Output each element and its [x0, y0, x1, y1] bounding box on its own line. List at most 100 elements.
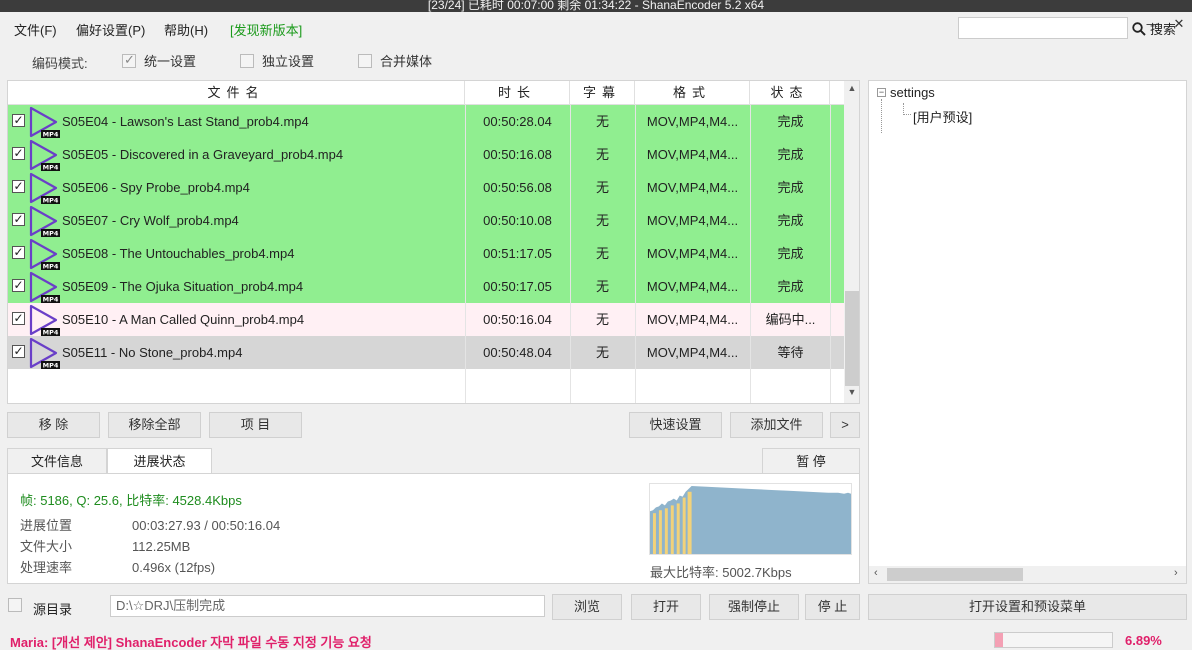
tab-file-info[interactable]: 文件信息 — [7, 448, 107, 474]
scroll-up-arrow-icon[interactable]: ▲ — [844, 83, 859, 93]
settings-tree[interactable]: − settings [用户预设] ‹ › — [868, 80, 1187, 584]
scroll-thumb[interactable] — [845, 291, 859, 386]
row-status: 完成 — [750, 171, 830, 204]
tab-progress[interactable]: 进展状态 — [107, 448, 212, 474]
overall-progress-fill — [995, 633, 1004, 647]
row-duration: 00:50:48.04 — [465, 336, 569, 369]
processing-speed-row: 处理速率 0.496x (12fps) — [20, 557, 215, 576]
processing-speed-value: 0.496x (12fps) — [132, 560, 216, 575]
column-header-format[interactable]: 格式 — [635, 81, 750, 105]
row-checkbox[interactable]: ✓ — [12, 114, 25, 127]
svg-text:MP4: MP4 — [43, 131, 59, 139]
svg-text:MP4: MP4 — [43, 164, 59, 172]
source-dir-checkbox[interactable] — [8, 598, 22, 612]
scroll-left-arrow-icon[interactable]: ‹ — [874, 567, 878, 579]
open-settings-menu-button[interactable]: 打开设置和预设菜单 — [868, 594, 1187, 620]
items-button[interactable]: 项 目 — [209, 412, 302, 438]
row-checkbox[interactable]: ✓ — [12, 279, 25, 292]
tree-node-user-presets[interactable]: [用户预设] — [913, 107, 972, 126]
row-checkbox[interactable]: ✓ — [12, 147, 25, 160]
quick-settings-button[interactable]: 快速设置 — [629, 412, 722, 438]
table-row[interactable]: ✓ MP4 S05E07 - Cry Wolf_prob4.mp4 00:50:10.… — [8, 204, 844, 237]
row-subtitle: 无 — [570, 105, 634, 138]
remove-button[interactable]: 移 除 — [7, 412, 100, 438]
file-list[interactable]: 文件名 时长 字幕 格式 状态 ✓ MP4 S05E04 - Lawson's La… — [7, 80, 860, 404]
merge-media-option[interactable]: 合并媒体 — [358, 51, 432, 70]
settings-tree-scrollbar[interactable]: ‹ › — [869, 566, 1186, 583]
row-checkbox[interactable]: ✓ — [12, 312, 25, 325]
stop-button[interactable]: 停 止 — [805, 594, 860, 620]
mp4-file-icon: MP4 — [29, 304, 60, 336]
pause-button[interactable]: 暂 停 — [762, 448, 860, 474]
column-header-duration[interactable]: 时长 — [465, 81, 570, 105]
row-duration: 00:50:10.08 — [465, 204, 569, 237]
table-row[interactable]: ✓ MP4 S05E09 - The Ojuka Situation_prob4.m… — [8, 270, 844, 303]
mp4-file-icon: MP4 — [29, 238, 60, 270]
row-status: 编码中... — [750, 303, 830, 336]
unified-settings-option[interactable]: 统一设置 — [122, 51, 196, 70]
column-header-filename[interactable]: 文件名 — [8, 81, 465, 105]
row-status: 完成 — [750, 237, 830, 270]
row-subtitle: 无 — [570, 336, 634, 369]
merge-media-label: 合并媒体 — [380, 54, 433, 69]
row-format: MOV,MP4,M4... — [635, 303, 749, 336]
unified-settings-label: 统一设置 — [144, 54, 197, 69]
row-format: MOV,MP4,M4... — [635, 336, 749, 369]
file-list-scrollbar[interactable]: ▲ ▼ — [844, 81, 859, 403]
unified-settings-checkbox[interactable] — [122, 52, 136, 68]
mp4-file-icon: MP4 — [29, 106, 60, 139]
output-path-field[interactable]: D:\☆DRJ\压制完成 — [110, 595, 545, 617]
column-header-subtitle[interactable]: 字幕 — [570, 81, 635, 105]
column-divider — [465, 105, 466, 403]
encoding-mode-label: 编码模式: — [32, 56, 88, 71]
table-row[interactable]: ✓ MP4 S05E11 - No Stone_prob4.mp4 00:50:48.… — [8, 336, 844, 369]
collapse-icon[interactable]: − — [877, 88, 886, 97]
progress-position-value: 00:03:27.93 / 00:50:16.04 — [132, 518, 281, 533]
status-bar: Maria: [개선 제안] ShanaEncoder 자막 파일 수동 지정 … — [0, 628, 1192, 650]
merge-media-checkbox[interactable] — [358, 53, 372, 68]
add-file-button[interactable]: 添加文件 — [730, 412, 823, 438]
table-row[interactable]: ✓ MP4 S05E10 - A Man Called Quinn_prob4.mp… — [8, 303, 844, 336]
row-checkbox[interactable]: ✓ — [12, 213, 25, 226]
max-bitrate: 最大比特率: 5002.7Kbps — [650, 565, 792, 580]
row-format: MOV,MP4,M4... — [635, 171, 749, 204]
independent-settings-checkbox[interactable] — [240, 53, 254, 68]
row-checkbox[interactable]: ✓ — [12, 246, 25, 259]
bitrate-history-area — [650, 485, 851, 554]
menu-help[interactable]: 帮助(H) — [164, 20, 208, 39]
row-filename: S05E10 - A Man Called Quinn_prob4.mp4 — [62, 312, 305, 327]
remove-all-button[interactable]: 移除全部 — [108, 412, 201, 438]
table-row[interactable]: ✓ MP4 S05E04 - Lawson's Last Stand_prob4.m… — [8, 105, 844, 138]
overall-progress-percent: 6.89% — [1125, 633, 1162, 648]
browse-button[interactable]: 浏览 — [552, 594, 622, 620]
table-row[interactable]: ✓ MP4 S05E06 - Spy Probe_prob4.mp4 00:50:56… — [8, 171, 844, 204]
tree-node-settings[interactable]: − settings — [877, 85, 935, 100]
row-subtitle: 无 — [570, 204, 634, 237]
row-status: 完成 — [750, 105, 830, 138]
search-button[interactable]: 搜索 — [1132, 19, 1176, 38]
table-row[interactable]: ✓ MP4 S05E05 - Discovered in a Graveyard_p… — [8, 138, 844, 171]
more-button[interactable]: > — [830, 412, 860, 438]
search-input[interactable] — [958, 17, 1128, 39]
independent-settings-option[interactable]: 独立设置 — [240, 51, 314, 70]
open-button[interactable]: 打开 — [631, 594, 701, 620]
scroll-thumb[interactable] — [887, 568, 1023, 581]
row-duration: 00:50:16.08 — [465, 138, 569, 171]
row-filename: S05E06 - Spy Probe_prob4.mp4 — [62, 180, 250, 195]
table-row[interactable]: ✓ MP4 S05E08 - The Untouchables_prob4.mp4 0… — [8, 237, 844, 270]
new-version-link[interactable]: [发现新版本] — [230, 20, 302, 39]
menu-preferences[interactable]: 偏好设置(P) — [76, 20, 145, 39]
row-checkbox[interactable]: ✓ — [12, 345, 25, 358]
row-duration: 00:50:56.08 — [465, 171, 569, 204]
tree-guide-line — [881, 99, 903, 133]
status-message[interactable]: Maria: [개선 제안] ShanaEncoder 자막 파일 수동 지정 … — [10, 632, 372, 650]
row-checkbox[interactable]: ✓ — [12, 180, 25, 193]
column-header-status[interactable]: 状态 — [750, 81, 830, 105]
scroll-down-arrow-icon[interactable]: ▼ — [844, 387, 859, 397]
progress-panel: 帧: 5186, Q: 25.6, 比特率: 4528.4Kbps 进展位置 00… — [7, 473, 860, 584]
menu-file[interactable]: 文件(F) — [14, 20, 57, 39]
row-status: 完成 — [750, 204, 830, 237]
row-subtitle: 无 — [570, 237, 634, 270]
force-stop-button[interactable]: 强制停止 — [709, 594, 799, 620]
scroll-right-arrow-icon[interactable]: › — [1174, 567, 1178, 579]
